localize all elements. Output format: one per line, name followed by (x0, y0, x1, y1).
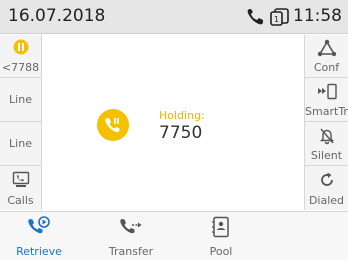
transfer-label: Transfer (108, 245, 154, 258)
line-key-label: Line (9, 137, 32, 150)
pool-icon (211, 216, 231, 241)
line-key-label: <7788 (1, 61, 40, 74)
smart-transfer-icon (316, 83, 338, 104)
phone-icon (246, 8, 266, 30)
line-key-label: Line (9, 93, 32, 106)
call-area: Holding: 7750 (43, 35, 303, 210)
phone-screen: 16.07.2018 1 11:58 <7788 Line Line Calls… (0, 0, 348, 260)
hold-status-icon (13, 39, 29, 58)
softkey-bar: Retrieve Transfer Pool (0, 211, 348, 260)
mute-bell-icon (318, 127, 336, 148)
retrieve-button[interactable]: Retrieve (8, 212, 70, 260)
call-state-label: Holding: (159, 109, 205, 122)
dialed-label: Dialed (308, 194, 345, 207)
smart-transfer-label: SmartTr (305, 105, 348, 118)
pool-button[interactable]: Pool (190, 212, 252, 260)
call-number: 7750 (159, 123, 203, 143)
retrieve-icon (27, 216, 51, 241)
line-status-icon: 1 (270, 8, 290, 30)
silent-key[interactable]: Silent (305, 123, 348, 166)
line-key-2[interactable]: Line (0, 79, 41, 122)
dialed-key[interactable]: Dialed (305, 167, 348, 210)
calls-key[interactable]: Calls (0, 167, 41, 210)
calls-label: Calls (7, 194, 34, 207)
svg-text:1: 1 (274, 15, 279, 24)
calls-icon (12, 171, 30, 192)
retrieve-label: Retrieve (16, 245, 62, 258)
line-key-hold[interactable]: <7788 (0, 35, 41, 78)
silent-label: Silent (310, 149, 343, 162)
transfer-button[interactable]: Transfer (100, 212, 162, 260)
conference-label: Conf (313, 61, 340, 74)
pool-label: Pool (209, 245, 233, 258)
status-date: 16.07.2018 (8, 6, 106, 26)
right-function-keys: Conf SmartTr Silent Dialed (304, 35, 348, 210)
smart-transfer-key[interactable]: SmartTr (305, 79, 348, 122)
held-call-icon (97, 109, 129, 141)
redial-icon (318, 171, 336, 192)
line-key-3[interactable]: Line (0, 123, 41, 166)
status-time: 11:58 (293, 6, 342, 26)
transfer-icon (119, 216, 143, 241)
left-line-keys: <7788 Line Line Calls (0, 35, 42, 210)
conference-key[interactable]: Conf (305, 35, 348, 78)
conference-icon (317, 39, 337, 60)
status-bar: 16.07.2018 1 11:58 (0, 0, 348, 34)
